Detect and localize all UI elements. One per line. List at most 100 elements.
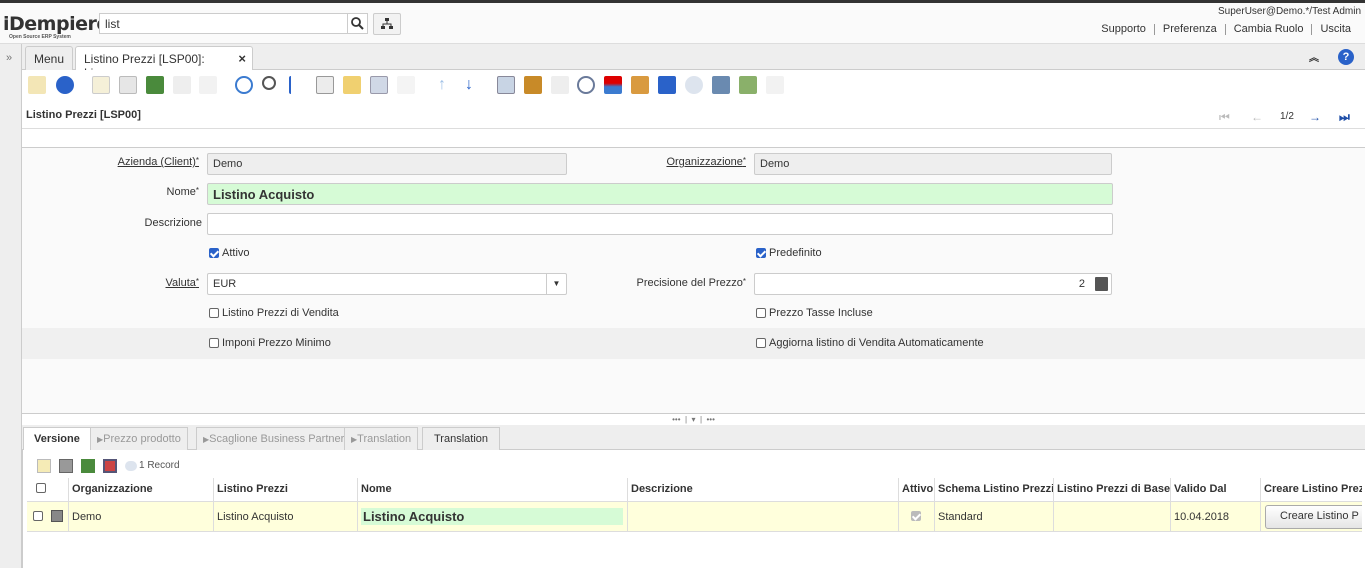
tab-bp-break[interactable]: ▶Scaglione Business Partner (196, 427, 352, 450)
next-record-icon[interactable]: → (1309, 110, 1321, 124)
grid-toolbar: 1 Record (27, 455, 1362, 477)
cell-base-list[interactable] (1053, 502, 1171, 531)
search-input[interactable]: list (99, 13, 348, 34)
calculator-icon[interactable] (1095, 277, 1108, 291)
delete-icon[interactable] (81, 459, 95, 473)
checkbox-icon (209, 308, 219, 318)
column-header[interactable]: Organizzazione (68, 478, 214, 501)
west-panel-collapsed: » (0, 44, 22, 568)
attachment-icon[interactable] (289, 76, 295, 94)
tax-included-checkbox[interactable]: Prezzo Tasse Incluse (756, 307, 873, 319)
enforce-limit-checkbox[interactable]: Imponi Prezzo Minimo (209, 337, 331, 349)
chat-icon[interactable] (316, 76, 334, 94)
column-header[interactable]: Valido Dal (1170, 478, 1261, 501)
new-icon[interactable] (37, 459, 51, 473)
client-field: Demo (207, 153, 567, 175)
tab-menu[interactable]: Menu (25, 46, 74, 70)
cell-price-list[interactable]: Listino Acquisto (213, 502, 358, 531)
edit-row-icon[interactable] (51, 510, 63, 522)
product-info-icon[interactable] (658, 76, 676, 94)
active-checkbox[interactable]: Attivo (209, 247, 250, 259)
sitemap-button[interactable] (373, 13, 401, 35)
help-icon[interactable] (56, 76, 74, 94)
zoom-across-icon[interactable] (577, 76, 595, 94)
logout-link[interactable]: Uscita (1311, 24, 1359, 35)
column-header[interactable]: Listino Prezzi (213, 478, 358, 501)
drag-handle-icon[interactable]: ••• | ▾ | ••• (672, 415, 715, 424)
cell-name[interactable]: Listino Acquisto (357, 502, 628, 531)
help-icon[interactable]: ? (1338, 49, 1354, 65)
tab-product-price[interactable]: ▶Prezzo prodotto (90, 427, 188, 450)
delete-icon[interactable] (146, 76, 164, 94)
find-icon[interactable] (262, 76, 276, 90)
archive-icon[interactable] (524, 76, 542, 94)
previous-arrow-icon[interactable]: ↑ (433, 76, 451, 94)
tab-translation-1[interactable]: ▶Translation (344, 427, 419, 450)
client-label[interactable]: Azienda (Client)* (118, 156, 199, 168)
logo-subtitle: Open Source ERP System (9, 34, 71, 40)
row-checkbox[interactable] (33, 511, 43, 521)
column-header[interactable]: Descrizione (627, 478, 899, 501)
settings-icon (685, 76, 703, 94)
column-header[interactable]: Listino Prezzi di Base (1053, 478, 1171, 501)
currency-select[interactable]: EUR ▼ (207, 273, 567, 295)
column-header[interactable]: Schema Listino Prezzi (934, 478, 1054, 501)
tab-version[interactable]: Versione (23, 427, 91, 451)
tab-translation-2[interactable]: Translation (422, 427, 501, 450)
close-icon[interactable]: × (238, 51, 246, 66)
name-field[interactable]: Listino Acquisto (207, 183, 1113, 205)
sitemap-icon (381, 18, 393, 29)
auto-update-checkbox[interactable]: Aggiorna listino di Vendita Automaticame… (756, 337, 984, 349)
edit-icon[interactable] (59, 459, 73, 473)
request-icon[interactable] (631, 76, 649, 94)
parent-record-icon (397, 76, 415, 94)
previous-record-icon: ← (1251, 110, 1263, 124)
save-new-icon (199, 76, 217, 94)
postit-icon[interactable] (343, 76, 361, 94)
workflow-icon[interactable] (604, 76, 622, 94)
toggle-grid-icon[interactable] (370, 76, 388, 94)
description-field[interactable] (207, 213, 1113, 235)
save-icon[interactable] (103, 459, 117, 473)
new-record-icon[interactable] (92, 76, 110, 94)
table-row[interactable]: Demo Listino Acquisto Listino Acquisto S… (27, 502, 1362, 532)
column-header[interactable]: Creare Listino Prez (1260, 478, 1362, 501)
select-all-checkbox[interactable] (36, 483, 46, 493)
record-count: 1 Record (139, 460, 180, 471)
precision-field[interactable]: 2 (754, 273, 1112, 295)
cell-name-value: Listino Acquisto (361, 508, 623, 525)
copy-record-icon[interactable] (119, 76, 137, 94)
column-header[interactable]: Attivo (898, 478, 935, 501)
checkbox-icon (756, 338, 766, 348)
next-arrow-icon[interactable]: ↓ (460, 76, 478, 94)
sales-list-checkbox[interactable]: Listino Prezzi di Vendita (209, 307, 339, 319)
org-label[interactable]: Organizzazione* (666, 156, 746, 168)
import-icon[interactable] (739, 76, 757, 94)
report-icon[interactable] (497, 76, 515, 94)
search-icon (351, 17, 364, 30)
refresh-icon[interactable] (235, 76, 253, 94)
check-icon (756, 248, 766, 258)
cell-schema[interactable]: Standard (934, 502, 1054, 531)
export-icon[interactable] (712, 76, 730, 94)
last-record-icon[interactable]: ⏭ (1339, 110, 1350, 125)
cell-org[interactable]: Demo (68, 502, 214, 531)
tab-price-list[interactable]: Listino Prezzi [LSP00]: Lis... × (75, 46, 253, 80)
search-button[interactable] (347, 13, 368, 34)
create-price-list-button[interactable]: Creare Listino P (1265, 505, 1362, 529)
cell-valid-from[interactable]: 10.04.2018 (1170, 502, 1261, 531)
support-link[interactable]: Supporto (1093, 24, 1154, 35)
first-record-icon: ⏮ (1219, 110, 1230, 124)
preferences-link[interactable]: Preferenza (1153, 24, 1225, 35)
chevron-down-icon[interactable]: ▼ (546, 274, 566, 294)
splitter[interactable]: ••• | ▾ | ••• (22, 413, 1365, 425)
detail-tabbar: Versione ▶Prezzo prodotto ▶Scaglione Bus… (22, 425, 1365, 451)
column-header[interactable]: Nome (357, 478, 628, 501)
cell-description[interactable] (627, 502, 899, 531)
default-checkbox[interactable]: Predefinito (756, 247, 822, 259)
undo-icon[interactable] (28, 76, 46, 94)
expand-icon[interactable]: » (6, 52, 12, 64)
collapse-icon[interactable]: ︽ (1309, 49, 1319, 64)
change-role-link[interactable]: Cambia Ruolo (1224, 24, 1312, 35)
currency-label[interactable]: Valuta* (166, 277, 200, 289)
